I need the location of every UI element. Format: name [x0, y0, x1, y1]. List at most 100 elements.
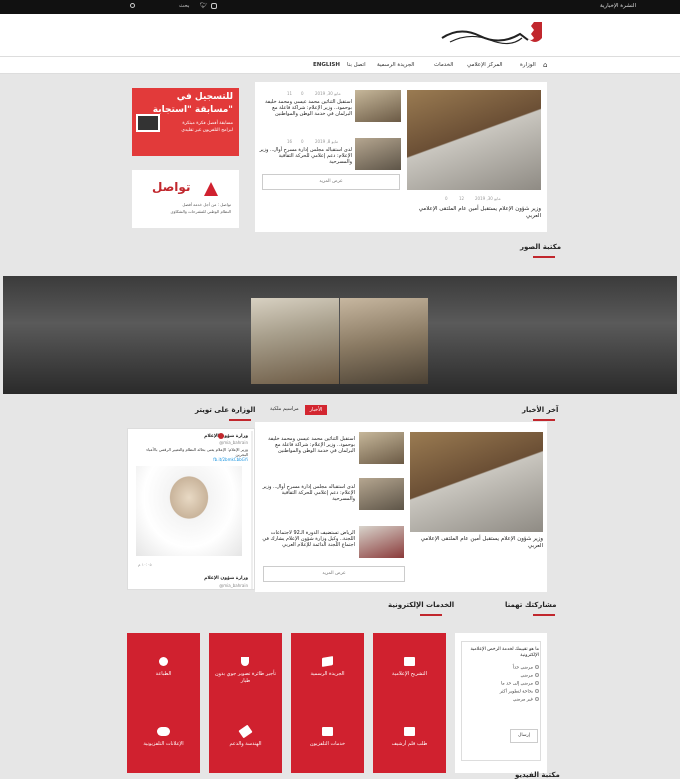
poll-panel: ما هو تقييمك لخدمة الرخص الإعلامية الإلك…: [455, 633, 547, 773]
service-engineering[interactable]: الهندسة والدعم: [209, 703, 282, 773]
service-label: الجريدة الرسمية: [310, 671, 345, 677]
nav-item-contact[interactable]: اتصل بنا: [347, 62, 366, 68]
tweet-text: وزير الإعلام: الإعلام يعنى بحالة النظام …: [146, 447, 248, 457]
hero-item-1-views: 11: [287, 91, 293, 96]
nav-item-ministry[interactable]: الوزارة: [520, 62, 536, 68]
ad-headline-2: مسابقة "استجابة": [152, 105, 233, 115]
news-tab-royal-decrees[interactable]: مراسيم ملكية: [270, 406, 299, 412]
poll-option-label: بحاجة لتطوير أكثر: [499, 689, 533, 695]
gavel-icon: [238, 724, 253, 739]
radio-button[interactable]: [535, 697, 539, 701]
latest-news-underline: [533, 419, 555, 421]
hero-main-title[interactable]: وزير شؤون الإعلام يستقبل أمين عام الملتق…: [405, 206, 541, 220]
twitter-scrollbar[interactable]: [251, 431, 253, 589]
poll-question: ما هو تقييمك لخدمة الرخص الإعلامية الإلك…: [470, 647, 540, 658]
twitter-icon[interactable]: 🐦︎: [200, 2, 208, 9]
service-drone-rental[interactable]: تأجير طائرة تصوير جوي بدون طيار: [209, 633, 282, 703]
poll-option-label: غير مرضي: [512, 697, 533, 703]
latest-news-item-1-title[interactable]: استقبل الثنائين محمد عيسى ومحمد خليفة بو…: [261, 436, 355, 454]
service-label: الإعلانات التلفزيونية: [143, 741, 184, 747]
hero-item-1-comments: 0: [301, 91, 304, 96]
toggle-icon: [157, 727, 170, 736]
latest-news-item-3-image[interactable]: [359, 526, 404, 558]
photo-library-image-2[interactable]: [340, 298, 428, 384]
poll-option-5[interactable]: غير مرضي: [465, 697, 539, 703]
service-tv[interactable]: خدمات التلفزيون: [291, 703, 364, 773]
latest-news-item-2-image[interactable]: [359, 478, 404, 510]
radio-button[interactable]: [535, 665, 539, 669]
hero-main-meta: 2019 ,30 مايو: [475, 196, 501, 201]
hero-item-2-image[interactable]: [355, 138, 401, 170]
poll-submit-button[interactable]: إرسال: [510, 729, 538, 743]
hero-item-1-image[interactable]: [355, 90, 401, 122]
site-header: [0, 14, 680, 56]
istijaba-ad-banner[interactable]: للتسجيل في مسابقة "استجابة" مسابقة أفضل …: [132, 88, 239, 156]
service-media-licensing[interactable]: التشريح الإعلامية: [373, 633, 446, 703]
poll-underline: [533, 614, 555, 616]
tawasul-ad-banner[interactable]: تواصل تواصل : من أجل خدمة أفضل النظام ال…: [132, 170, 239, 228]
search-link[interactable]: بحث: [179, 3, 189, 9]
service-official-gazette[interactable]: الجريدة الرسمية: [291, 633, 364, 703]
poll-option-2[interactable]: مرضي: [465, 673, 539, 679]
hero-item-2-title[interactable]: لدى استقباله مجلس إدارة مسرح أوال.. وزير…: [259, 147, 352, 165]
hero-main-image[interactable]: [407, 90, 541, 190]
poll-option-label: مرضي: [520, 673, 533, 679]
eservices-title: الخدمات الإلكترونية: [388, 601, 455, 609]
main-nav: ⌂ الوزارة المركز الإعلامي الخدمات الجريد…: [0, 56, 680, 74]
bulletin-link[interactable]: النشرة الإخبارية: [600, 3, 636, 9]
instagram-icon[interactable]: [211, 3, 217, 9]
latest-news-item-2-title[interactable]: لدى استقباله مجلس إدارة مسرح أوال.. وزير…: [261, 484, 355, 502]
radio-button[interactable]: [535, 689, 539, 693]
briefcase-icon: [404, 657, 415, 666]
service-label: طلب فلم أرشيف: [391, 741, 428, 747]
nav-item-media-center[interactable]: المركز الإعلامي: [467, 62, 503, 68]
clapperboard-icon: [136, 114, 160, 132]
radio-button[interactable]: [535, 681, 539, 685]
latest-news-more-button[interactable]: عرض المزيد: [263, 566, 405, 582]
hero-item-1-title[interactable]: استقبل الثنائين محمد عيسى ومحمد خليفة بو…: [259, 99, 352, 117]
latest-news-main-image[interactable]: [410, 432, 543, 532]
top-bar: النشرة الإخبارية 🐦︎ بحث: [0, 0, 680, 14]
ad-headline-1: للتسجيل في: [176, 92, 233, 102]
twitter-second-account[interactable]: وزارة شؤون الإعلام: [204, 576, 248, 581]
service-label: التشريح الإعلامية: [392, 671, 427, 677]
service-printing[interactable]: الطباعة: [127, 633, 200, 703]
twitter-handle[interactable]: @mia_bahrain: [219, 440, 248, 445]
tawasul-logo-icon: [204, 182, 218, 196]
latest-news-panel: وزير شؤون الإعلام يستقبل أمين عام الملتق…: [255, 422, 547, 592]
hero-main-comments: 0: [445, 196, 448, 201]
service-tv-ads[interactable]: الإعلانات التلفزيونية: [127, 703, 200, 773]
poll-option-1[interactable]: مرضي جداً: [465, 665, 539, 671]
book-icon: [322, 656, 333, 667]
news-tab-news[interactable]: الأخبار: [305, 405, 327, 415]
tweet-photo[interactable]: [136, 466, 242, 556]
radio-button[interactable]: [535, 673, 539, 677]
latest-news-item-3-title[interactable]: الرياض تستضيف الدورة الـ92 لاجتماعات الل…: [261, 530, 355, 548]
twitter-avatar: [218, 433, 224, 439]
service-archive-film[interactable]: طلب فلم أرشيف: [373, 703, 446, 773]
poll-option-4[interactable]: بحاجة لتطوير أكثر: [465, 689, 539, 695]
tweet-footer-date: ١٠:٠٥ م: [138, 562, 152, 567]
tweet-link[interactable]: fb.it/2bmkCbbGYi: [213, 457, 248, 462]
twitter-feed-panel: وزارة شؤون الإعلام @mia_bahrain وزير الإ…: [127, 428, 255, 590]
ministry-logo[interactable]: [440, 18, 545, 52]
twitter-account-name[interactable]: وزارة شؤون الإعلام: [204, 434, 248, 439]
latest-news-item-1-image[interactable]: [359, 432, 404, 464]
hero-more-button[interactable]: عرض المزيد: [262, 174, 400, 190]
photo-library-image-1[interactable]: [251, 298, 339, 384]
hero-news-panel: 2019 ,30 مايو 12 0 وزير شؤون الإعلام يست…: [255, 82, 547, 232]
ad-subline-1: مسابقة أفضل فكرة مبتكرة: [182, 121, 233, 126]
nav-item-services[interactable]: الخدمات: [434, 62, 453, 68]
twitter-section-underline: [229, 419, 251, 421]
photo-library-title: مكتبة الصور: [520, 243, 562, 251]
ad-subline-2: لبرامج التلفزيون غير تقليدي: [181, 128, 233, 133]
nav-item-english[interactable]: ENGLISH: [313, 62, 340, 68]
search-icon[interactable]: [130, 3, 135, 8]
poll-option-3[interactable]: مرضي إلى حد ما: [465, 681, 539, 687]
ministry-logo-mark: [441, 22, 542, 45]
hero-item-1-date: 2019 ,30 مايو: [315, 91, 341, 96]
twitter-second-handle[interactable]: @mia_bahrain: [219, 583, 248, 588]
nav-item-gazette[interactable]: الجريدة الرسمية: [377, 62, 414, 68]
latest-news-main-title[interactable]: وزير شؤون الإعلام يستقبل أمين عام الملتق…: [407, 536, 543, 550]
home-icon[interactable]: ⌂: [543, 61, 547, 69]
